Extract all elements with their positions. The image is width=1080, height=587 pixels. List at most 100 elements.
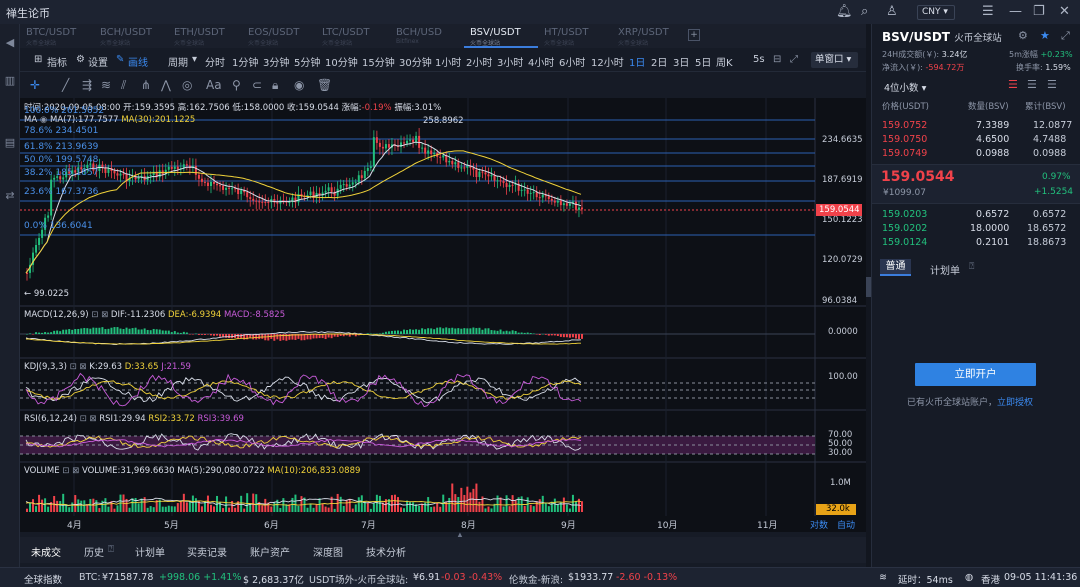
layout-select[interactable]: 单窗口 ▾ xyxy=(811,52,858,68)
tab-normal-order[interactable]: 普通 xyxy=(880,259,911,276)
back-icon[interactable]: ◀ xyxy=(0,36,20,49)
shape-tool-icon[interactable]: ◎ xyxy=(182,78,192,92)
tab-trade-records[interactable]: 买卖记录 xyxy=(187,544,227,559)
tab-analysis[interactable]: 技术分析 xyxy=(366,544,406,559)
magnet-icon[interactable]: ⊂ xyxy=(252,78,262,92)
tab-open-orders[interactable]: 未成交 xyxy=(31,544,61,565)
chart-icon[interactable]: ▤ xyxy=(0,136,20,149)
settings-icon[interactable]: ⊡ ⊠ xyxy=(91,310,108,320)
orderbook-asks-icon[interactable]: ☰ xyxy=(1027,78,1037,91)
authorize-link[interactable]: 立即授权 xyxy=(997,398,1033,408)
macd-bar xyxy=(228,334,231,339)
tab-btc-usdt[interactable]: BTC/USDT 火币全球站 xyxy=(20,26,94,48)
bell-icon[interactable]: 🔔︎ xyxy=(836,4,853,19)
orderbook-both-icon[interactable]: ☰ xyxy=(1008,78,1018,91)
draw-icon[interactable]: ✎ xyxy=(116,54,124,65)
candle-body xyxy=(249,197,252,199)
interval-1h[interactable]: 1小时 xyxy=(435,54,461,69)
parallel-tool-icon[interactable]: ≋ xyxy=(101,78,111,92)
tab-bch-usd[interactable]: BCH/USD Bitfinex xyxy=(390,26,464,48)
help-icon[interactable]: ⍰ xyxy=(969,262,974,272)
tab-eos-usdt[interactable]: EOS/USDT 火币全球站 xyxy=(242,26,316,48)
text-tool-icon[interactable]: Aa xyxy=(206,78,222,92)
interval-10m[interactable]: 10分钟 xyxy=(325,54,358,69)
eye-icon[interactable]: ◉ xyxy=(40,115,47,125)
macd-bar xyxy=(478,327,481,334)
close-icon[interactable]: ✕ xyxy=(1059,4,1070,19)
interval-1d[interactable]: 1日 xyxy=(629,54,645,69)
trade-icon[interactable]: ⇄ xyxy=(0,189,20,202)
orderbook-bids-icon[interactable]: ☰ xyxy=(1047,78,1057,91)
tab-bsv-usdt[interactable]: BSV/USDT 火币全球站 xyxy=(464,26,538,48)
interval-2d[interactable]: 2日 xyxy=(651,54,667,69)
tab-history[interactable]: 历史 xyxy=(84,544,104,559)
settings-button[interactable]: 设置 xyxy=(88,54,108,69)
interval-week[interactable]: 周K xyxy=(716,54,733,69)
channel-tool-icon[interactable]: ⫽ xyxy=(121,78,126,93)
draw-button[interactable]: 画线 xyxy=(128,54,148,69)
tab-assets[interactable]: 账户资产 xyxy=(250,544,290,559)
settings-icon[interactable]: ⚙ xyxy=(76,54,85,65)
fib-tool-icon[interactable]: ⋔ xyxy=(141,78,151,92)
tab-depth[interactable]: 深度图 xyxy=(313,544,343,559)
minimize-icon[interactable]: — xyxy=(1009,4,1022,19)
menu-icon[interactable]: ☰ xyxy=(982,4,994,19)
trash-icon[interactable]: 🗑︎ xyxy=(317,78,332,92)
currency-select[interactable]: CNY ▾ xyxy=(917,5,955,20)
log-scale-button[interactable]: 对数 xyxy=(810,518,828,531)
volume-ma5: MA(5):290,080.0722 xyxy=(177,466,265,476)
fullscreen-icon[interactable]: ⤢ xyxy=(790,54,798,65)
volume-bar xyxy=(149,506,152,512)
interval-6h[interactable]: 6小时 xyxy=(559,54,585,69)
pattern-tool-icon[interactable]: ⋀ xyxy=(161,78,171,92)
interval-fenshi[interactable]: 分时 xyxy=(205,54,225,69)
add-tab-button[interactable]: + xyxy=(688,29,700,41)
auto-scale-button[interactable]: 自动 xyxy=(837,518,855,531)
shirt-icon[interactable]: ♙ xyxy=(886,4,898,19)
interval-15m[interactable]: 15分钟 xyxy=(362,54,395,69)
global-index[interactable]: 全球指数 xyxy=(24,572,62,586)
indicator-button[interactable]: 指标 xyxy=(47,54,67,69)
decimal-select[interactable]: 4位小数 ▾ xyxy=(884,80,926,94)
interval-1m[interactable]: 1分钟 xyxy=(232,54,258,69)
interval-4h[interactable]: 4小时 xyxy=(528,54,554,69)
tab-ltc-usdt[interactable]: LTC/USDT 火币全球站 xyxy=(316,26,390,48)
tab-eth-usdt[interactable]: ETH/USDT 火币全球站 xyxy=(168,26,242,48)
tab-plan-orders[interactable]: 计划单 xyxy=(135,544,165,559)
measure-tool-icon[interactable]: ⚲ xyxy=(232,78,241,92)
tab-xrp-usdt[interactable]: XRP/USDT 火币全球站 xyxy=(612,26,686,48)
crosshair-icon[interactable]: ✛ xyxy=(30,78,40,92)
interval-5m[interactable]: 5分钟 xyxy=(294,54,320,69)
settings-icon[interactable]: ⚙ xyxy=(1018,29,1028,42)
lock-icon[interactable]: 🔒︎ xyxy=(272,78,278,93)
market-icon[interactable]: ▥ xyxy=(0,74,20,87)
line-tool-icon[interactable]: ╱ xyxy=(62,78,69,92)
tab-plan-order[interactable]: 计划单 xyxy=(930,262,960,277)
star-icon[interactable]: ★ xyxy=(1040,29,1050,42)
chevron-down-icon[interactable]: ▾ xyxy=(192,54,197,65)
share-icon[interactable]: ⤢ xyxy=(1061,29,1070,43)
interval-3m[interactable]: 3分钟 xyxy=(263,54,289,69)
interval-3d[interactable]: 3日 xyxy=(673,54,689,69)
chart-area[interactable]: 时间:2020-09-05 08:00 开:159.3595 高:162.750… xyxy=(20,98,866,532)
settings-icon[interactable]: ⊡ ⊠ xyxy=(62,466,79,476)
interval-30m[interactable]: 30分钟 xyxy=(399,54,432,69)
settings-icon[interactable]: ⊡ ⊠ xyxy=(80,414,97,424)
indicator-icon[interactable]: ⊞ xyxy=(34,54,42,65)
hline-tool-icon[interactable]: ⇶ xyxy=(82,78,92,92)
tab-bch-usdt[interactable]: BCH/USDT 火币全球站 xyxy=(94,26,168,48)
interval-12h[interactable]: 12小时 xyxy=(591,54,624,69)
open-account-button[interactable]: 立即开户 xyxy=(915,363,1036,386)
search-icon[interactable]: ⌕ xyxy=(861,4,868,19)
eye-icon[interactable]: ◉ xyxy=(294,78,304,92)
split-view-icon[interactable]: ⊟ xyxy=(773,54,781,65)
settings-icon[interactable]: ⊡ ⊠ xyxy=(70,362,87,372)
help-icon[interactable]: ⍰ xyxy=(108,544,114,555)
interval-5d[interactable]: 5日 xyxy=(695,54,711,69)
price-tick: 234.6635 xyxy=(822,135,863,145)
restore-icon[interactable]: ❐ xyxy=(1033,4,1045,19)
tab-ht-usdt[interactable]: HT/USDT 火币全球站 xyxy=(538,26,612,48)
refresh-interval[interactable]: 5s xyxy=(753,54,765,65)
interval-3h[interactable]: 3小时 xyxy=(497,54,523,69)
interval-2h[interactable]: 2小时 xyxy=(466,54,492,69)
